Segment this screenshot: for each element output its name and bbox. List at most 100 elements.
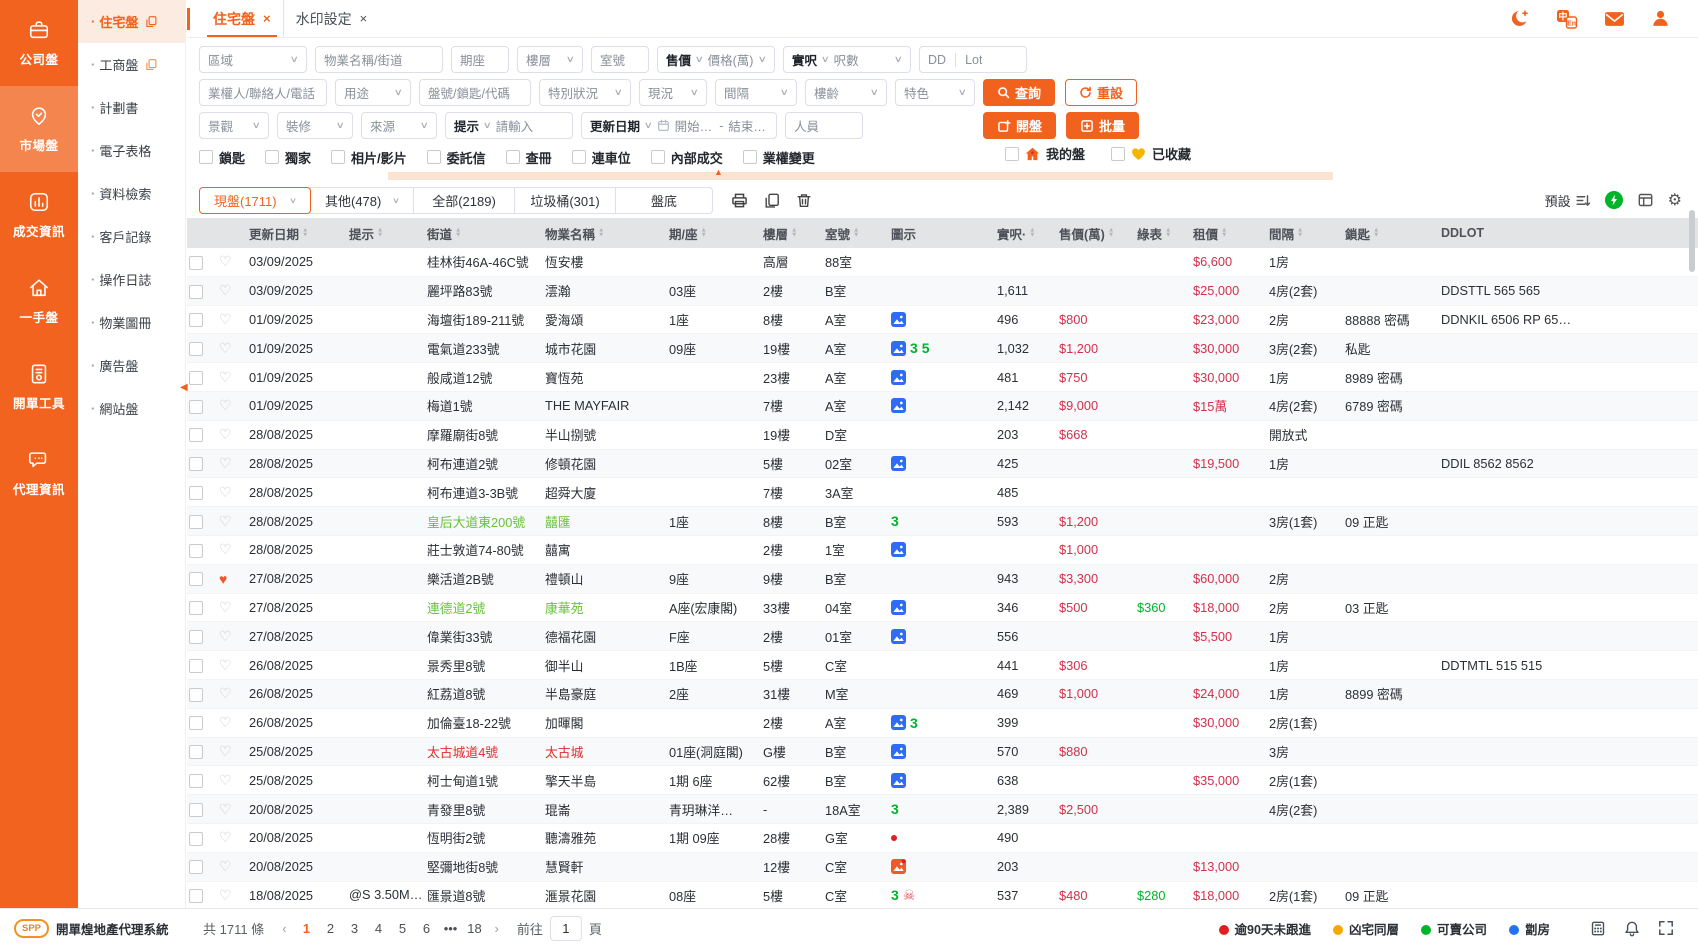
subnav-item[interactable]: ·廣告盤 <box>78 344 185 387</box>
batch-button[interactable]: 批量 <box>1066 112 1139 139</box>
table-row[interactable]: ♡28/08/2025摩羅廟街8號半山捌號19樓D室203$668開放式 <box>187 421 1698 450</box>
filter-checkbox-委託信[interactable]: 委託信 <box>427 148 486 167</box>
heart-outline-icon[interactable]: ♡ <box>219 858 232 874</box>
sidebar-item-chat[interactable]: 代理資訊 <box>0 430 78 516</box>
checkbox[interactable] <box>265 150 279 164</box>
heart-outline-icon[interactable]: ♡ <box>219 599 232 615</box>
sidebar-item-briefcase[interactable]: 公司盤 <box>0 0 78 86</box>
preset-columns-button[interactable]: 預設 <box>1545 191 1591 210</box>
sort-icon[interactable]: ▲▼ <box>455 228 461 238</box>
table-row[interactable]: ♡26/08/2025紅荔道8號半島豪庭2座31樓M室469$1,000$24,… <box>187 680 1698 709</box>
column-header-售價(萬)[interactable]: 售價(萬)▲▼ <box>1057 224 1135 243</box>
column-header-租價[interactable]: 租價▲▼ <box>1191 224 1267 243</box>
heart-outline-icon[interactable]: ♡ <box>219 714 232 730</box>
裝修-field[interactable]: 裝修∨ <box>277 112 353 139</box>
page-number[interactable]: 2 <box>319 917 343 941</box>
close-icon[interactable]: × <box>360 11 368 26</box>
filter-checkbox-連車位[interactable]: 連車位 <box>572 148 631 167</box>
page-number[interactable]: 6 <box>415 917 439 941</box>
copy-icon[interactable] <box>764 192 780 209</box>
heart-outline-icon[interactable]: ♡ <box>219 253 232 269</box>
table-row[interactable]: ♡28/08/2025柯布連道2號修頓花園5樓02室425$19,5001房DD… <box>187 450 1698 479</box>
subnav-item[interactable]: ·住宅盤 <box>78 0 185 43</box>
filter-checkbox-查冊[interactable]: 查冊 <box>506 148 552 167</box>
提示-field[interactable]: 提示∨請輸入 <box>445 112 573 139</box>
page-number[interactable]: 18 <box>463 917 487 941</box>
heart-outline-icon[interactable]: ♡ <box>219 541 232 557</box>
scrollbar[interactable] <box>1689 210 1695 272</box>
gear-icon[interactable]: ⚙ <box>1668 190 1682 210</box>
column-header-樓層[interactable]: 樓層▲▼ <box>761 224 823 243</box>
更新日期-field[interactable]: 更新日期∨開始日期-結束日期 <box>581 112 777 139</box>
sort-icon[interactable]: ▲▼ <box>598 228 604 238</box>
sidebar-item-tools[interactable]: 開單工具 <box>0 344 78 430</box>
next-page-icon[interactable]: › <box>491 921 503 936</box>
heart-outline-icon[interactable]: ♡ <box>219 887 232 903</box>
table-row[interactable]: ♡26/08/2025景秀里8號御半山1B座5樓C室441$3061房DDTMT… <box>187 651 1698 680</box>
人員-field[interactable]: 人員 <box>785 112 863 139</box>
sort-icon[interactable]: ▲▼ <box>853 228 859 238</box>
間隔-field[interactable]: 間隔∨ <box>715 79 797 106</box>
subnav-item[interactable]: ·網站盤 <box>78 387 185 430</box>
column-header-提示[interactable]: 提示▲▼ <box>347 224 425 243</box>
filter-checkbox-業權變更[interactable]: 業權變更 <box>743 148 815 167</box>
mail-icon[interactable] <box>1604 10 1625 28</box>
物業名稱/街道-field[interactable]: 物業名稱/街道 <box>315 46 443 73</box>
subnav-item[interactable]: ·客戶記錄 <box>78 215 185 258</box>
heart-outline-icon[interactable]: ♡ <box>219 455 232 471</box>
subnav-item[interactable]: ·物業圖冊 <box>78 301 185 344</box>
盤號/鎖匙/代碼-field[interactable]: 盤號/鎖匙/代碼 <box>419 79 531 106</box>
sidebar-item-pin[interactable]: 市場盤 <box>0 86 78 172</box>
list-tab-3[interactable]: 垃圾桶(301) <box>514 187 616 214</box>
table-row[interactable]: ♡01/09/2025海壇街189-211號愛海頌1座8樓A室496$800$2… <box>187 306 1698 335</box>
sort-icon[interactable]: ▲▼ <box>302 228 308 238</box>
checkbox[interactable] <box>331 150 345 164</box>
reset-button[interactable]: 重設 <box>1065 79 1137 106</box>
table-row[interactable]: ♡20/08/2025堅彌地街8號慧賢軒12樓C室203$13,000 <box>187 853 1698 882</box>
景觀-field[interactable]: 景觀∨ <box>199 112 269 139</box>
quick-action-icon[interactable] <box>1605 191 1623 209</box>
用途-field[interactable]: 用途∨ <box>335 79 411 106</box>
copy-pages-icon[interactable] <box>145 15 157 28</box>
page-number[interactable]: 4 <box>367 917 391 941</box>
row-checkbox[interactable] <box>189 544 203 558</box>
quick-checkbox-我的盤[interactable]: 我的盤 <box>1005 144 1085 163</box>
table-row[interactable]: ♡27/08/2025偉業街33號德福花園F座2樓01室556$5,5001房 <box>187 622 1698 651</box>
row-checkbox[interactable] <box>189 688 203 702</box>
row-checkbox[interactable] <box>189 400 203 414</box>
heart-outline-icon[interactable]: ♡ <box>219 282 232 298</box>
table-row[interactable]: ♡28/08/2025莊士敦道74-80號囍寓2樓1室$1,000 <box>187 536 1698 565</box>
page-number[interactable]: 3 <box>343 917 367 941</box>
heart-outline-icon[interactable]: ♡ <box>219 484 232 500</box>
checkbox[interactable] <box>506 150 520 164</box>
column-header-物業名稱[interactable]: 物業名稱▲▼ <box>543 224 667 243</box>
table-row[interactable]: ♡20/08/2025青發里8號琨崙青玥琳洋…-18A室32,389$2,500… <box>187 795 1698 824</box>
list-tab-1[interactable]: 其他(478)∨ <box>310 187 414 214</box>
table-row[interactable]: ♡28/08/2025柯布連道3-3B號超舜大廈7樓3A室485 <box>187 478 1698 507</box>
heart-outline-icon[interactable]: ♡ <box>219 397 232 413</box>
售價-field[interactable]: 售價∨價格(萬)∨ <box>657 46 775 73</box>
現況-field[interactable]: 現況∨ <box>639 79 707 106</box>
row-checkbox[interactable] <box>189 342 203 356</box>
quick-checkbox-已收藏[interactable]: 已收藏 <box>1111 144 1191 163</box>
document-tab[interactable]: 住宅盤× <box>201 0 283 37</box>
table-row[interactable]: ♡28/08/2025皇后大道東200號囍匯1座8樓B室3593$1,2003房… <box>187 507 1698 536</box>
table-row[interactable]: ♡01/09/2025般咸道12號寶恆苑23樓A室481$750$30,0001… <box>187 363 1698 392</box>
row-checkbox[interactable] <box>189 486 203 500</box>
search-button[interactable]: 查詢 <box>983 79 1055 106</box>
table-row[interactable]: ♥27/08/2025樂活道2B號禮頓山9座9樓B室943$3,300$60,0… <box>187 565 1698 594</box>
subnav-item[interactable]: ·計劃書 <box>78 86 185 129</box>
prev-page-icon[interactable]: ‹ <box>278 921 290 936</box>
notification-bell-icon[interactable] <box>1624 920 1640 937</box>
heart-outline-icon[interactable]: ♡ <box>219 369 232 385</box>
sort-icon[interactable]: ▲▼ <box>1029 228 1035 238</box>
sidebar-item-chart[interactable]: 成交資訊 <box>0 172 78 258</box>
user-icon[interactable] <box>1651 9 1670 28</box>
row-checkbox[interactable] <box>189 630 203 644</box>
row-checkbox[interactable] <box>189 860 203 874</box>
table-row[interactable]: ♡20/08/2025恆明街2號聽濤雅苑1期 09座28樓G室490 <box>187 824 1698 853</box>
row-checkbox[interactable] <box>189 889 203 903</box>
checkbox[interactable] <box>572 150 586 164</box>
heart-outline-icon[interactable]: ♡ <box>219 772 232 788</box>
column-header-鎖匙[interactable]: 鎖匙▲▼ <box>1343 224 1439 243</box>
